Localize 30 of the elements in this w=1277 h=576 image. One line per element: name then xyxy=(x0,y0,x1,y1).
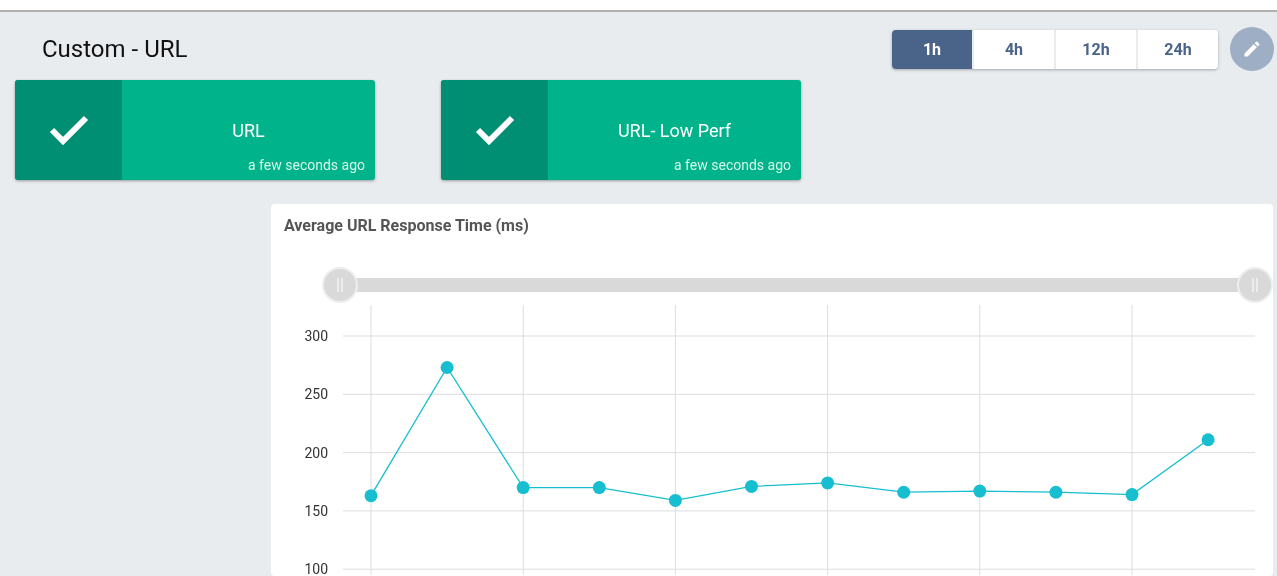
data-point xyxy=(1049,485,1063,499)
data-point xyxy=(973,484,987,498)
data-point xyxy=(364,489,378,503)
page-title: Custom - URL xyxy=(42,35,188,63)
data-point xyxy=(592,481,606,495)
data-point xyxy=(440,361,454,374)
axis-tick-label: 150 xyxy=(304,502,328,519)
monitor-name: URL xyxy=(232,120,265,141)
time-range-button[interactable]: 4h xyxy=(974,29,1054,69)
data-point xyxy=(516,481,530,495)
data-point xyxy=(821,476,835,490)
time-range-button[interactable]: 12h xyxy=(1056,29,1136,69)
axis-tick-label: 300 xyxy=(304,328,328,344)
axis-tick-label: 250 xyxy=(304,386,328,403)
updated-time: a few seconds ago xyxy=(674,157,791,173)
data-point xyxy=(668,493,682,507)
data-point xyxy=(897,485,911,499)
time-range-button[interactable]: 24h xyxy=(1138,29,1218,69)
data-point xyxy=(745,479,758,493)
monitor-name: URL- Low Perf xyxy=(617,120,732,141)
data-point xyxy=(1201,433,1215,447)
edit-button[interactable] xyxy=(1230,27,1274,71)
range-slider[interactable] xyxy=(322,267,1273,303)
axis-tick-label: 200 xyxy=(304,444,328,461)
updated-time: a few seconds ago xyxy=(248,157,365,173)
chart-title: Average URL Response Time (ms) xyxy=(284,216,529,235)
data-point xyxy=(1125,488,1139,502)
axis-tick-label: 100 xyxy=(304,561,328,575)
time-range-button[interactable]: 1h xyxy=(892,29,972,69)
pencil-icon xyxy=(1242,39,1262,59)
